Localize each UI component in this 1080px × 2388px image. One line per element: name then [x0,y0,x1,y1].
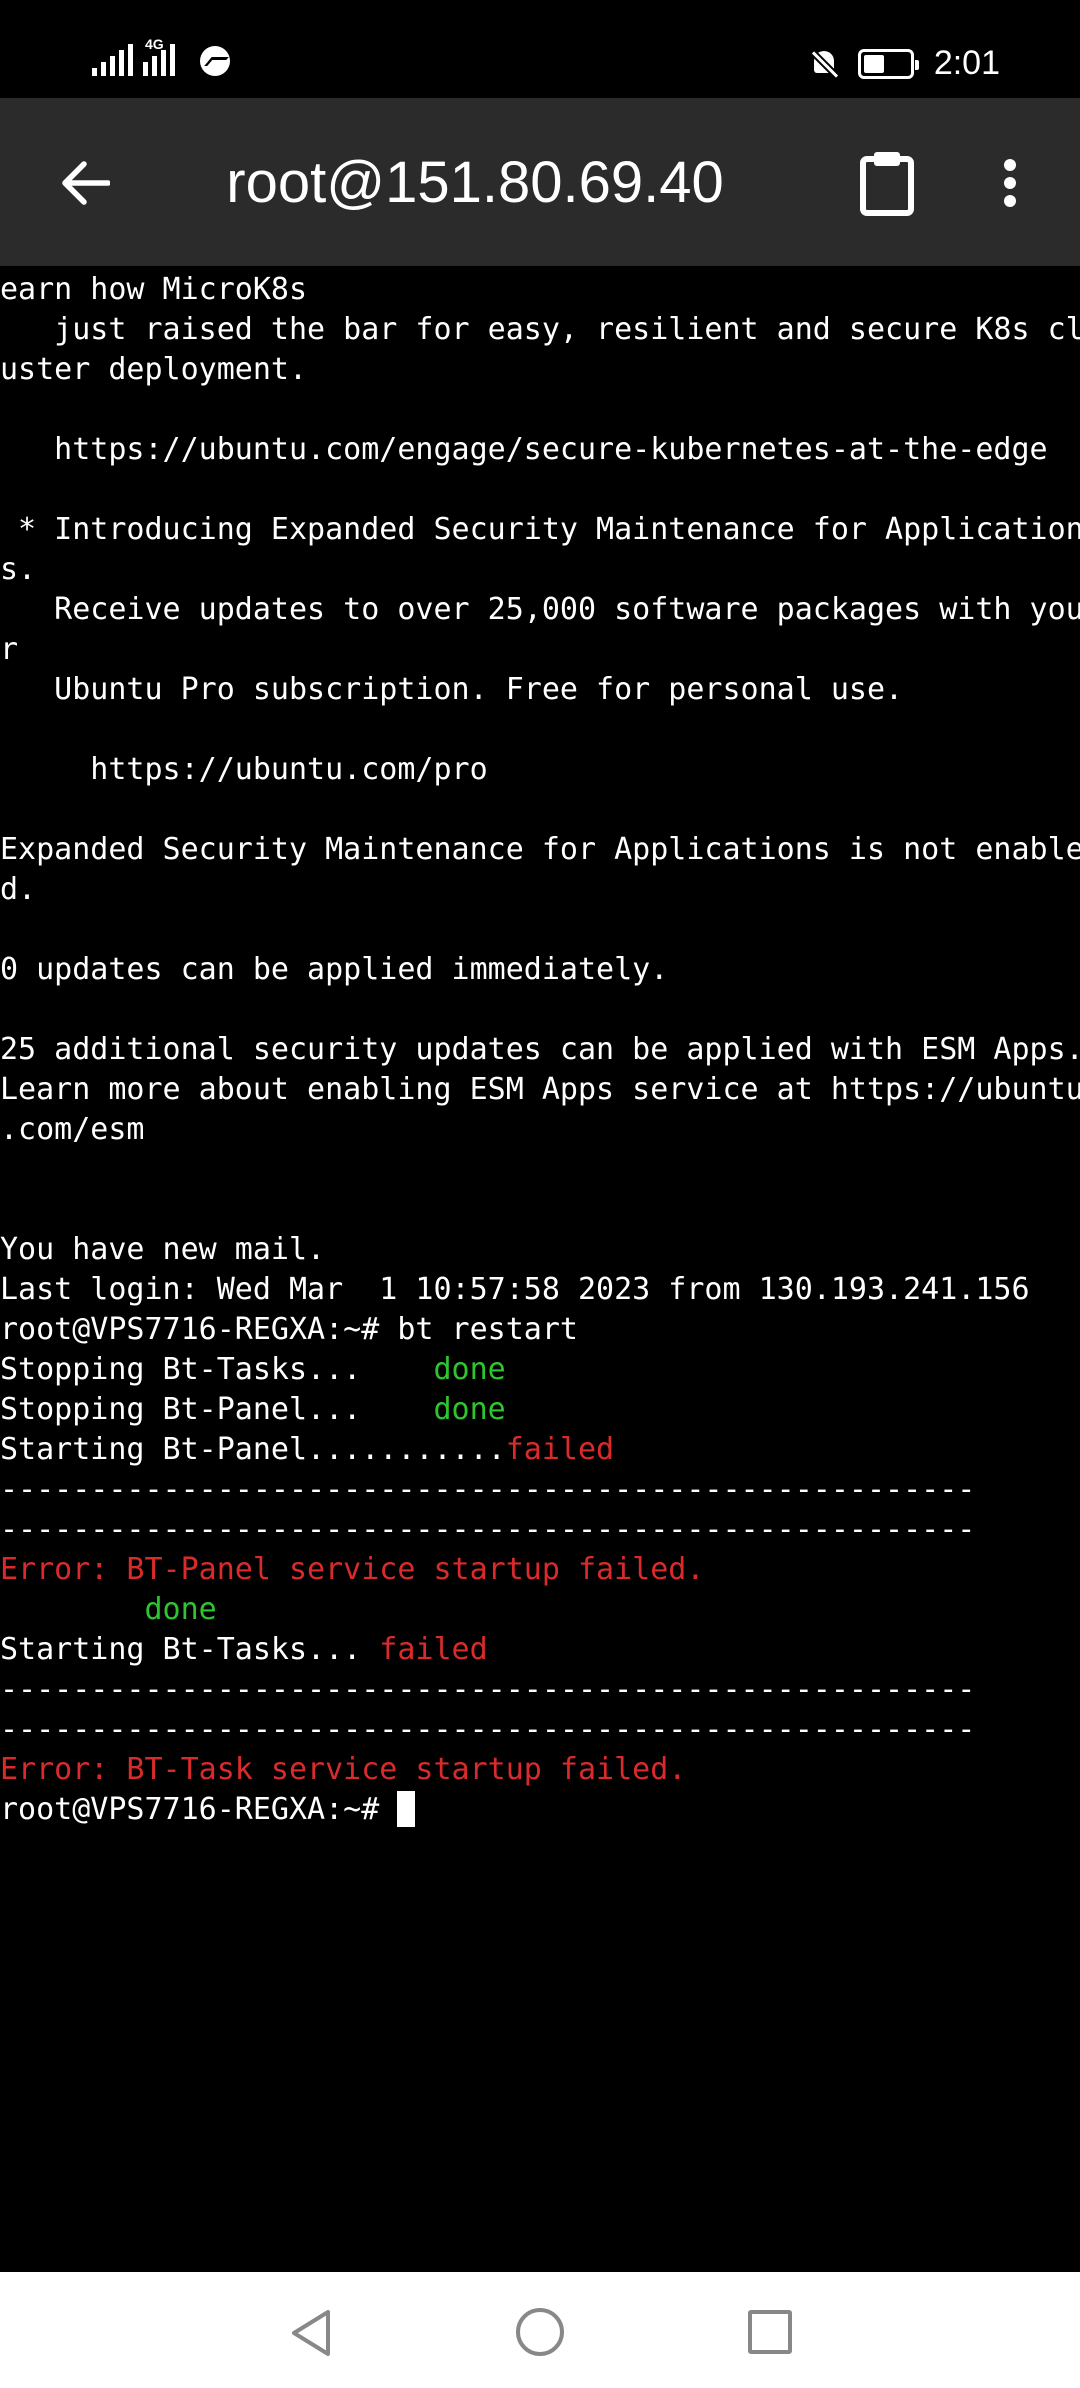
messenger-icon [200,46,230,76]
terminal-text: ----------------------------------------… [0,1512,976,1547]
terminal-text: done [433,1352,506,1387]
terminal-text: 25 additional security updates can be ap… [0,1032,1080,1067]
terminal-text: uster deployment. [0,352,308,387]
terminal-line: https://ubuntu.com/pro [0,750,1080,790]
terminal-line: * Introducing Expanded Security Maintena… [0,510,1080,550]
terminal-text: Starting Bt-Tasks... [0,1632,380,1667]
terminal-text: Expanded Security Maintenance for Applic… [0,832,1080,867]
terminal-text: Receive updates to over 25,000 software … [0,592,1080,627]
terminal-text: * Introducing Expanded Security Maintena… [0,512,1080,547]
terminal-line: Error: BT-Task service startup failed. [0,1750,1080,1790]
terminal-text: Stopping Bt-Tasks... [0,1352,434,1387]
nav-recents-icon[interactable] [748,2310,792,2354]
terminal-line: ----------------------------------------… [0,1670,1080,1710]
status-left-icons: 4G [92,36,230,76]
terminal-text: 0 updates can be applied immediately. [0,952,669,987]
page-title: root@151.80.69.40 [226,150,724,215]
terminal-text: ----------------------------------------… [0,1712,976,1747]
terminal-line: Starting Bt-Panel...........failed [0,1430,1080,1470]
terminal-text: done [144,1592,217,1627]
system-nav-bar [0,2272,1080,2388]
status-bar: 4G 2:01 [0,0,1080,98]
terminal-line: 25 additional security updates can be ap… [0,1030,1080,1070]
terminal-text: done [433,1392,506,1427]
terminal-text: failed [379,1632,488,1667]
terminal-line: uster deployment. [0,350,1080,390]
terminal-line: Ubuntu Pro subscription. Free for person… [0,670,1080,710]
status-right-icons: 2:01 [810,44,1000,83]
terminal-text: Error: BT-Task service startup failed. [0,1752,687,1787]
nav-home-icon[interactable] [516,2308,564,2356]
clipboard-icon [860,152,914,216]
terminal-text: .com/esm [0,1112,145,1147]
terminal-line: .com/esm [0,1110,1080,1150]
terminal-output[interactable]: earn how MicroK8s just raised the bar fo… [0,266,1080,2236]
terminal-line: ----------------------------------------… [0,1510,1080,1550]
terminal-line: ----------------------------------------… [0,1470,1080,1510]
terminal-text: ----------------------------------------… [0,1672,976,1707]
terminal-text: You have new mail. [0,1232,326,1267]
terminal-text: d. [0,872,37,907]
bell-off-icon [810,49,838,79]
terminal-text: https://ubuntu.com/pro [0,752,488,787]
terminal-line: earn how MicroK8s [0,270,1080,310]
more-vert-icon [1004,159,1016,207]
terminal-line: s. [0,550,1080,590]
terminal-line: ----------------------------------------… [0,1710,1080,1750]
terminal-line: 0 updates can be applied immediately. [0,950,1080,990]
terminal-line: root@VPS7716-REGXA:~# bt restart [0,1310,1080,1350]
terminal-text: ----------------------------------------… [0,1472,976,1507]
terminal-text: root@VPS7716-REGXA:~# [0,1792,398,1827]
terminal-line: You have new mail. [0,1230,1080,1270]
terminal-text: failed [505,1432,615,1467]
terminal-line: Learn more about enabling ESM Apps servi… [0,1070,1080,1110]
terminal-line: Stopping Bt-Tasks... done [0,1350,1080,1390]
terminal-line: d. [0,870,1080,910]
terminal-line: root@VPS7716-REGXA:~# [0,1790,1080,1830]
terminal-line: Expanded Security Maintenance for Applic… [0,830,1080,870]
terminal-text: Learn more about enabling ESM Apps servi… [0,1072,1080,1107]
clipboard-button[interactable] [852,146,922,220]
terminal-text: Error: BT-Panel service startup failed. [0,1552,705,1587]
terminal-text: https://ubuntu.com/engage/secure-kuberne… [0,432,1048,467]
more-options-button[interactable] [980,146,1040,220]
nav-back-icon[interactable] [288,2308,332,2358]
terminal-text: r [0,632,19,667]
terminal-text: root@VPS7716-REGXA:~# bt restart [0,1312,578,1347]
network-type-label: 4G [145,36,164,52]
terminal-line: Receive updates to over 25,000 software … [0,590,1080,630]
terminal-text: Last login: Wed Mar 1 10:57:58 2023 from… [0,1272,1030,1307]
terminal-text: s. [0,552,37,587]
terminal-text: earn how MicroK8s [0,272,308,307]
signal-icon [92,44,133,76]
terminal-text: Ubuntu Pro subscription. Free for person… [0,672,904,707]
terminal-text: Starting Bt-Panel........... [0,1432,506,1467]
battery-icon [857,48,919,79]
status-time: 2:01 [933,44,1000,82]
app-bar: root@151.80.69.40 [0,98,1080,266]
terminal-line: Error: BT-Panel service startup failed. [0,1550,1080,1590]
terminal-line: done [0,1590,1080,1630]
terminal-line: Last login: Wed Mar 1 10:57:58 2023 from… [0,1270,1080,1310]
terminal-line: https://ubuntu.com/engage/secure-kuberne… [0,430,1080,470]
signal-4g-icon: 4G [143,36,184,76]
terminal-line: Starting Bt-Tasks... failed [0,1630,1080,1670]
terminal-cursor [397,1791,416,1827]
terminal-text: just raised the bar for easy, resilient … [0,312,1080,347]
terminal-text: Stopping Bt-Panel... [0,1392,434,1427]
terminal-line: just raised the bar for easy, resilient … [0,310,1080,350]
terminal-line: Stopping Bt-Panel... done [0,1390,1080,1430]
terminal-line: r [0,630,1080,670]
